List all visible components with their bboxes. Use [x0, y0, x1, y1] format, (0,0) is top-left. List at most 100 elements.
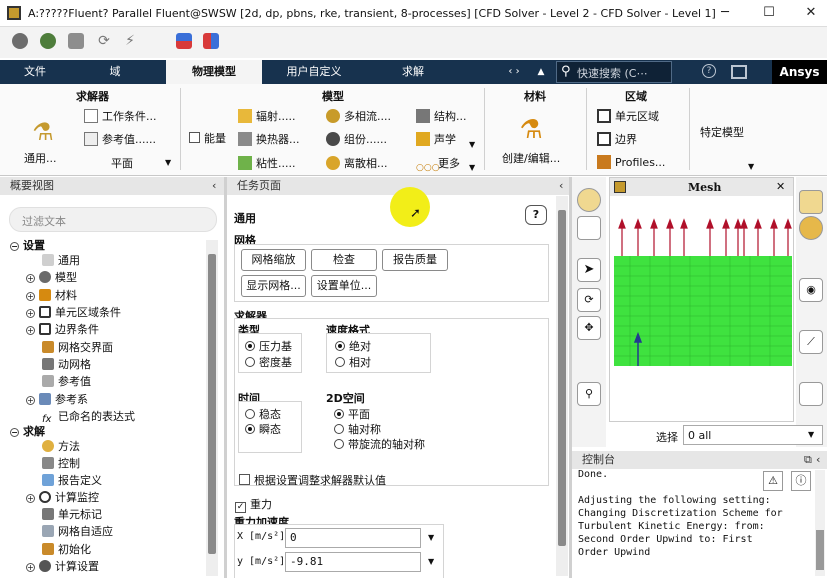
tree-item-named-expressions[interactable]: fx 已命名的表达式: [42, 408, 135, 426]
maximize-button[interactable]: ☐: [749, 2, 789, 24]
gravity-checkbox[interactable]: ✓ 重力: [235, 496, 272, 513]
help-button[interactable]: ?: [525, 205, 547, 225]
absolute-velocity-radio[interactable]: 绝对: [335, 338, 371, 354]
collapse-task-icon[interactable]: ‹: [559, 177, 563, 195]
zoom-icon[interactable]: ⚲: [577, 382, 601, 406]
operating-conditions-button[interactable]: 工作条件...: [84, 108, 157, 124]
workbench-link-icon[interactable]: [40, 33, 56, 49]
console-options-icon[interactable]: ⧉: [804, 451, 812, 469]
viscous-button[interactable]: 粘性.....: [238, 155, 295, 171]
tree-item-models[interactable]: + 模型: [26, 269, 77, 285]
species-button[interactable]: 组份......: [326, 131, 387, 147]
tree-item-dynamic-mesh[interactable]: 动网格: [42, 356, 91, 372]
space-dropdown[interactable]: 平面: [111, 155, 133, 171]
tree-item-mesh-adaption[interactable]: 网格自适应: [42, 523, 113, 539]
radio-unselected[interactable]: [245, 409, 255, 419]
tree-item-methods[interactable]: 方法: [42, 438, 80, 454]
profiles-button[interactable]: Profiles...: [597, 155, 665, 169]
tab-solution[interactable]: 求解: [370, 60, 456, 84]
outline-scrollbar[interactable]: [206, 240, 218, 576]
tree-item-general[interactable]: 通用: [42, 252, 80, 268]
mesh-scale-button[interactable]: 网格缩放: [241, 249, 306, 271]
shading-icon[interactable]: [799, 216, 823, 240]
view-icon[interactable]: [799, 190, 823, 214]
tree-item-cell-zone-conditions[interactable]: + 单元区域条件: [26, 304, 121, 320]
axisymmetric-radio[interactable]: 轴对称: [334, 421, 381, 437]
search-box[interactable]: ⚲ 快速搜索 (C⋯: [556, 61, 672, 83]
gravity-x-input[interactable]: 0: [285, 528, 421, 548]
minimize-button[interactable]: ─: [705, 2, 745, 24]
models-expand-icon[interactable]: ▼: [469, 140, 475, 149]
task-scrollbar[interactable]: [556, 196, 568, 576]
tree-node-setup[interactable]: − 设置: [10, 237, 45, 253]
tree-item-boundary-conditions[interactable]: + 边界条件: [26, 321, 99, 337]
expand-icon[interactable]: +: [26, 309, 35, 318]
lightning-icon[interactable]: ⚡: [122, 33, 138, 49]
tree-node-solution[interactable]: − 求解: [10, 423, 45, 439]
reference-values-button[interactable]: 参考值......: [84, 131, 156, 147]
task-scroll-thumb[interactable]: [558, 210, 566, 546]
discrete-phase-button[interactable]: 离散相...: [326, 155, 388, 171]
pressure-based-radio[interactable]: 压力基: [245, 338, 292, 354]
outline-scroll-thumb[interactable]: [208, 254, 216, 554]
tree-item-controls[interactable]: 控制: [42, 455, 80, 471]
radio-unselected[interactable]: [245, 357, 255, 367]
radiation-button[interactable]: 辐射.....: [238, 108, 295, 124]
save-icon[interactable]: [68, 33, 84, 49]
create-edit-materials-button[interactable]: 创建/编辑...: [502, 150, 560, 166]
boundaries-button[interactable]: 边界: [597, 131, 637, 147]
camera-eye-icon[interactable]: ◉: [799, 278, 823, 302]
tree-item-reference-frames[interactable]: + 参考系: [26, 391, 88, 407]
pointer-icon[interactable]: ➤: [577, 258, 601, 282]
energy-check-box[interactable]: [189, 132, 200, 143]
rotate-icon[interactable]: ⟳: [577, 288, 601, 312]
structure-button[interactable]: 结构...: [416, 108, 467, 124]
help-icon[interactable]: ?: [702, 64, 716, 78]
general-button[interactable]: 通用...: [24, 150, 57, 166]
gravity-check-box[interactable]: ✓: [235, 502, 246, 513]
axisymmetric-swirl-radio[interactable]: 带旋流的轴对称: [334, 436, 425, 452]
tree-item-materials[interactable]: + 材料: [26, 287, 77, 303]
transient-radio[interactable]: 瞬态: [245, 421, 281, 437]
display-icon[interactable]: [577, 188, 601, 212]
radio-selected[interactable]: [245, 341, 255, 351]
radio-unselected[interactable]: [334, 424, 344, 434]
tab-physics[interactable]: 物理模型: [166, 60, 262, 84]
collapse-outline-icon[interactable]: ‹: [212, 177, 216, 195]
radio-selected[interactable]: [334, 409, 344, 419]
more-models-button[interactable]: ○○○更多: [416, 155, 460, 177]
set-units-button[interactable]: 设置单位...: [311, 275, 377, 297]
parameters-icon[interactable]: [176, 33, 192, 49]
outline-filter-input[interactable]: 过滤文本: [9, 207, 217, 232]
radio-unselected[interactable]: [335, 357, 345, 367]
tree-item-reference-values[interactable]: 参考值: [42, 373, 91, 389]
open-case-icon[interactable]: [12, 33, 28, 49]
copy-icon[interactable]: [799, 382, 823, 406]
flask-icon[interactable]: ⚗: [514, 114, 548, 146]
multiphase-button[interactable]: 多相流....: [326, 108, 391, 124]
expand-icon[interactable]: +: [26, 274, 35, 283]
adjust-defaults-check-box[interactable]: [239, 474, 250, 485]
adjust-defaults-checkbox[interactable]: 根据设置调整求解器默认值: [239, 472, 386, 488]
gravity-y-input[interactable]: -9.81: [285, 552, 421, 572]
cell-zones-button[interactable]: 单元区域: [597, 108, 659, 124]
general-icon[interactable]: ⚗: [28, 118, 58, 146]
heat-exchanger-button[interactable]: 换热器...: [238, 131, 300, 147]
tree-item-monitors[interactable]: + 计算监控: [26, 489, 99, 505]
plot-icon[interactable]: ⟋: [799, 330, 823, 354]
console-scrollbar[interactable]: [815, 470, 825, 576]
pan-icon[interactable]: ✥: [577, 316, 601, 340]
expand-icon[interactable]: +: [26, 563, 35, 572]
console-scroll-thumb[interactable]: [816, 530, 824, 570]
mesh-check-button[interactable]: 检查: [311, 249, 377, 271]
display-mesh-button[interactable]: 显示网格...: [241, 275, 306, 297]
chevron-down-icon[interactable]: ▼: [165, 158, 171, 167]
tab-domain[interactable]: 域: [80, 60, 150, 84]
radio-unselected[interactable]: [334, 439, 344, 449]
specific-models-button[interactable]: 特定模型: [700, 124, 744, 140]
selection-dropdown[interactable]: 0 all ▼: [683, 425, 823, 445]
report-quality-button[interactable]: 报告质量: [382, 249, 448, 271]
expand-icon[interactable]: +: [26, 494, 35, 503]
collapse-icon[interactable]: −: [10, 242, 19, 251]
models-expand-icon-2[interactable]: ▼: [469, 163, 475, 172]
